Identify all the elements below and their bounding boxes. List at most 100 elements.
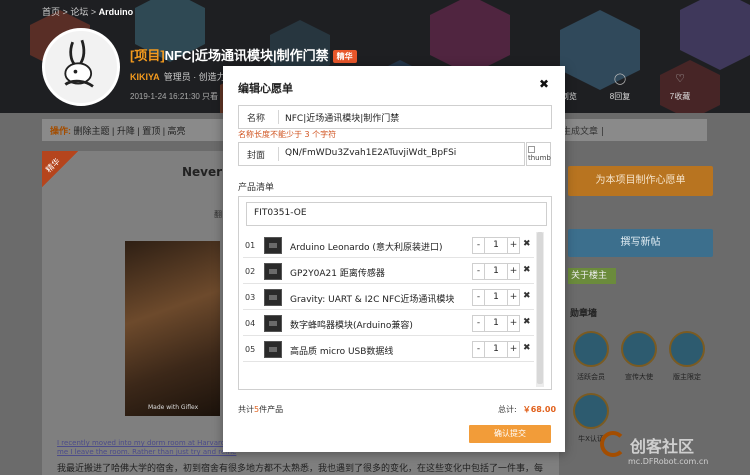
remove-icon[interactable]: ✖ <box>523 265 531 275</box>
breadcrumb-forum[interactable]: 论坛 <box>70 7 88 17</box>
product-search-input[interactable]: FIT0351-OE <box>246 202 547 226</box>
breadcrumb: 首页 > 论坛 > Arduino <box>42 5 133 18</box>
article-photo <box>125 241 220 416</box>
project-tag: [项目] <box>130 48 165 63</box>
close-icon[interactable]: ✖ <box>539 77 549 91</box>
decrement-button[interactable]: - <box>473 238 484 253</box>
quantity-input[interactable]: 1 <box>484 290 508 305</box>
badge-label: 活跃会员 <box>577 373 605 381</box>
generate-article-link[interactable]: 生成文章 | <box>562 124 604 137</box>
field-divider <box>278 110 279 124</box>
author-avatar[interactable] <box>42 28 120 106</box>
quantity-stepper: - 1 + <box>472 341 520 358</box>
stat-favorites-label: 7收藏 <box>669 92 691 101</box>
name-field[interactable]: 名称 NFC|近场通讯模块|制作门禁 <box>238 105 552 129</box>
cover-field[interactable]: 封面 QN/FmWDu3Zvah1E2ATuvjiWdt_BpFSi <box>238 142 525 166</box>
quantity-input[interactable]: 1 <box>484 264 508 279</box>
item-number: 01 <box>245 241 256 250</box>
stat-replies[interactable]: ◯ 8回复 <box>590 72 650 102</box>
total-count: 共计5件产品 <box>238 404 283 415</box>
quantity-stepper: - 1 + <box>472 237 520 254</box>
badge-wall-title: 勋章墙 <box>570 309 598 319</box>
name-warning: 名称长度不能少于 3 个字符 <box>238 130 337 139</box>
toolbar-actions[interactable]: 删除主题 | 升降 | 置顶 | 高亮 <box>74 126 186 136</box>
logo-name: 创客社区 <box>630 437 695 456</box>
remove-icon[interactable]: ✖ <box>523 291 531 301</box>
photo-caption: Made with Giflex <box>148 404 199 411</box>
write-post-button[interactable]: 撰写新帖 <box>568 229 713 257</box>
field-divider <box>278 147 279 161</box>
increment-button[interactable]: + <box>508 264 519 279</box>
logo-site: mc.DFRobot.com.cn <box>628 457 709 466</box>
product-name[interactable]: Gravity: UART & I2C NFC近场通讯模块 <box>290 292 454 305</box>
total-price-value: ￥68.00 <box>522 405 557 414</box>
project-title-text: NFC|近场通讯模块|制作门禁 <box>164 48 329 63</box>
decrement-button[interactable]: - <box>473 316 484 331</box>
quantity-stepper: - 1 + <box>472 315 520 332</box>
decrement-button[interactable]: - <box>473 290 484 305</box>
quantity-input[interactable]: 1 <box>484 316 508 331</box>
stat-replies-label: 8回复 <box>609 92 631 101</box>
quantity-stepper: - 1 + <box>472 289 520 306</box>
list-item: 01 Arduino Leonardo (意大利原装进口) - 1 + ✖ <box>243 234 534 258</box>
list-scrollbar[interactable] <box>536 232 544 387</box>
breadcrumb-separator: > <box>90 7 97 17</box>
breadcrumb-home[interactable]: 首页 <box>42 7 60 17</box>
logo-ring-icon <box>600 431 626 457</box>
submit-button[interactable]: 确认提交 <box>469 425 551 443</box>
comment-icon: ◯ <box>613 73 627 85</box>
featured-corner-label: 精华 <box>44 156 62 175</box>
remove-icon[interactable]: ✖ <box>523 343 531 353</box>
cover-label: 封面 <box>247 151 266 161</box>
item-number: 04 <box>245 319 256 328</box>
total-count-prefix: 共计 <box>238 405 254 414</box>
name-input[interactable]: NFC|近场通讯模块|制作门禁 <box>285 111 399 124</box>
remove-icon[interactable]: ✖ <box>523 239 531 249</box>
heart-icon: ♡ <box>675 73 685 85</box>
product-thumbnail <box>264 289 282 306</box>
increment-button[interactable]: + <box>508 238 519 253</box>
badge-item: 版主限定 <box>664 327 710 389</box>
quantity-input[interactable]: 1 <box>484 342 508 357</box>
increment-button[interactable]: + <box>508 342 519 357</box>
source-link[interactable]: I recently moved into my dorm room at Ha… <box>57 439 241 447</box>
author-line: KIKIYA 管理员 · 创造力 <box>130 70 226 83</box>
medal-icon <box>573 331 609 367</box>
list-item: 04 数字蜂鸣器模块(Arduino兼容) - 1 + ✖ <box>243 312 534 336</box>
toolbar-operation-label: 操作: <box>50 126 71 136</box>
remove-icon[interactable]: ✖ <box>523 317 531 327</box>
total-count-suffix: 件产品 <box>259 405 284 414</box>
project-title: [项目]NFC|近场通讯模块|制作门禁 精华 <box>130 45 357 64</box>
increment-button[interactable]: + <box>508 290 519 305</box>
medal-icon <box>573 393 609 429</box>
article-paragraph: 我最近搬进了哈佛大学的宿舍，初到宿舍有很多地方都不太熟悉，我也遇到了很多的变化，… <box>57 464 544 474</box>
edit-wishlist-modal: 编辑心愿单 ✖ 名称 NFC|近场通讯模块|制作门禁 名称长度不能少于 3 个字… <box>223 66 565 452</box>
total-price: 总计: ￥68.00 <box>498 404 556 415</box>
decrement-button[interactable]: - <box>473 342 484 357</box>
featured-badge: 精华 <box>332 50 357 64</box>
make-wishlist-button[interactable]: 为本项目制作心愿单 <box>568 166 713 196</box>
about-owner-tab[interactable]: 关于楼主 <box>568 268 616 284</box>
cover-thumbnail[interactable]: thumb <box>526 142 551 166</box>
decrement-button[interactable]: - <box>473 264 484 279</box>
product-name[interactable]: Arduino Leonardo (意大利原装进口) <box>290 240 442 253</box>
source-link-2[interactable]: me I leave the room. Rather than just tr… <box>57 448 236 456</box>
product-name[interactable]: 高品质 micro USB数据线 <box>290 344 393 357</box>
increment-button[interactable]: + <box>508 316 519 331</box>
breadcrumb-current[interactable]: Arduino <box>99 7 134 17</box>
quantity-input[interactable]: 1 <box>484 238 508 253</box>
list-item: 03 Gravity: UART & I2C NFC近场通讯模块 - 1 + ✖ <box>243 286 534 310</box>
quantity-stepper: - 1 + <box>472 263 520 280</box>
product-thumbnail <box>264 237 282 254</box>
product-list: FIT0351-OE 01 Arduino Leonardo (意大利原装进口)… <box>238 196 552 390</box>
item-number: 02 <box>245 267 256 276</box>
badge-item: 活跃会员 <box>568 327 614 389</box>
product-name[interactable]: GP2Y0A21 距离传感器 <box>290 266 385 279</box>
stat-favorites[interactable]: ♡ 7收藏 <box>650 72 710 102</box>
cover-input[interactable]: QN/FmWDu3Zvah1E2ATuvjiWdt_BpFSi <box>285 148 456 158</box>
author-name[interactable]: KIKIYA <box>130 72 160 82</box>
total-price-label: 总计: <box>498 405 517 414</box>
item-number: 03 <box>245 293 256 302</box>
scrollbar-thumb[interactable] <box>537 232 543 384</box>
product-name[interactable]: 数字蜂鸣器模块(Arduino兼容) <box>290 318 413 331</box>
